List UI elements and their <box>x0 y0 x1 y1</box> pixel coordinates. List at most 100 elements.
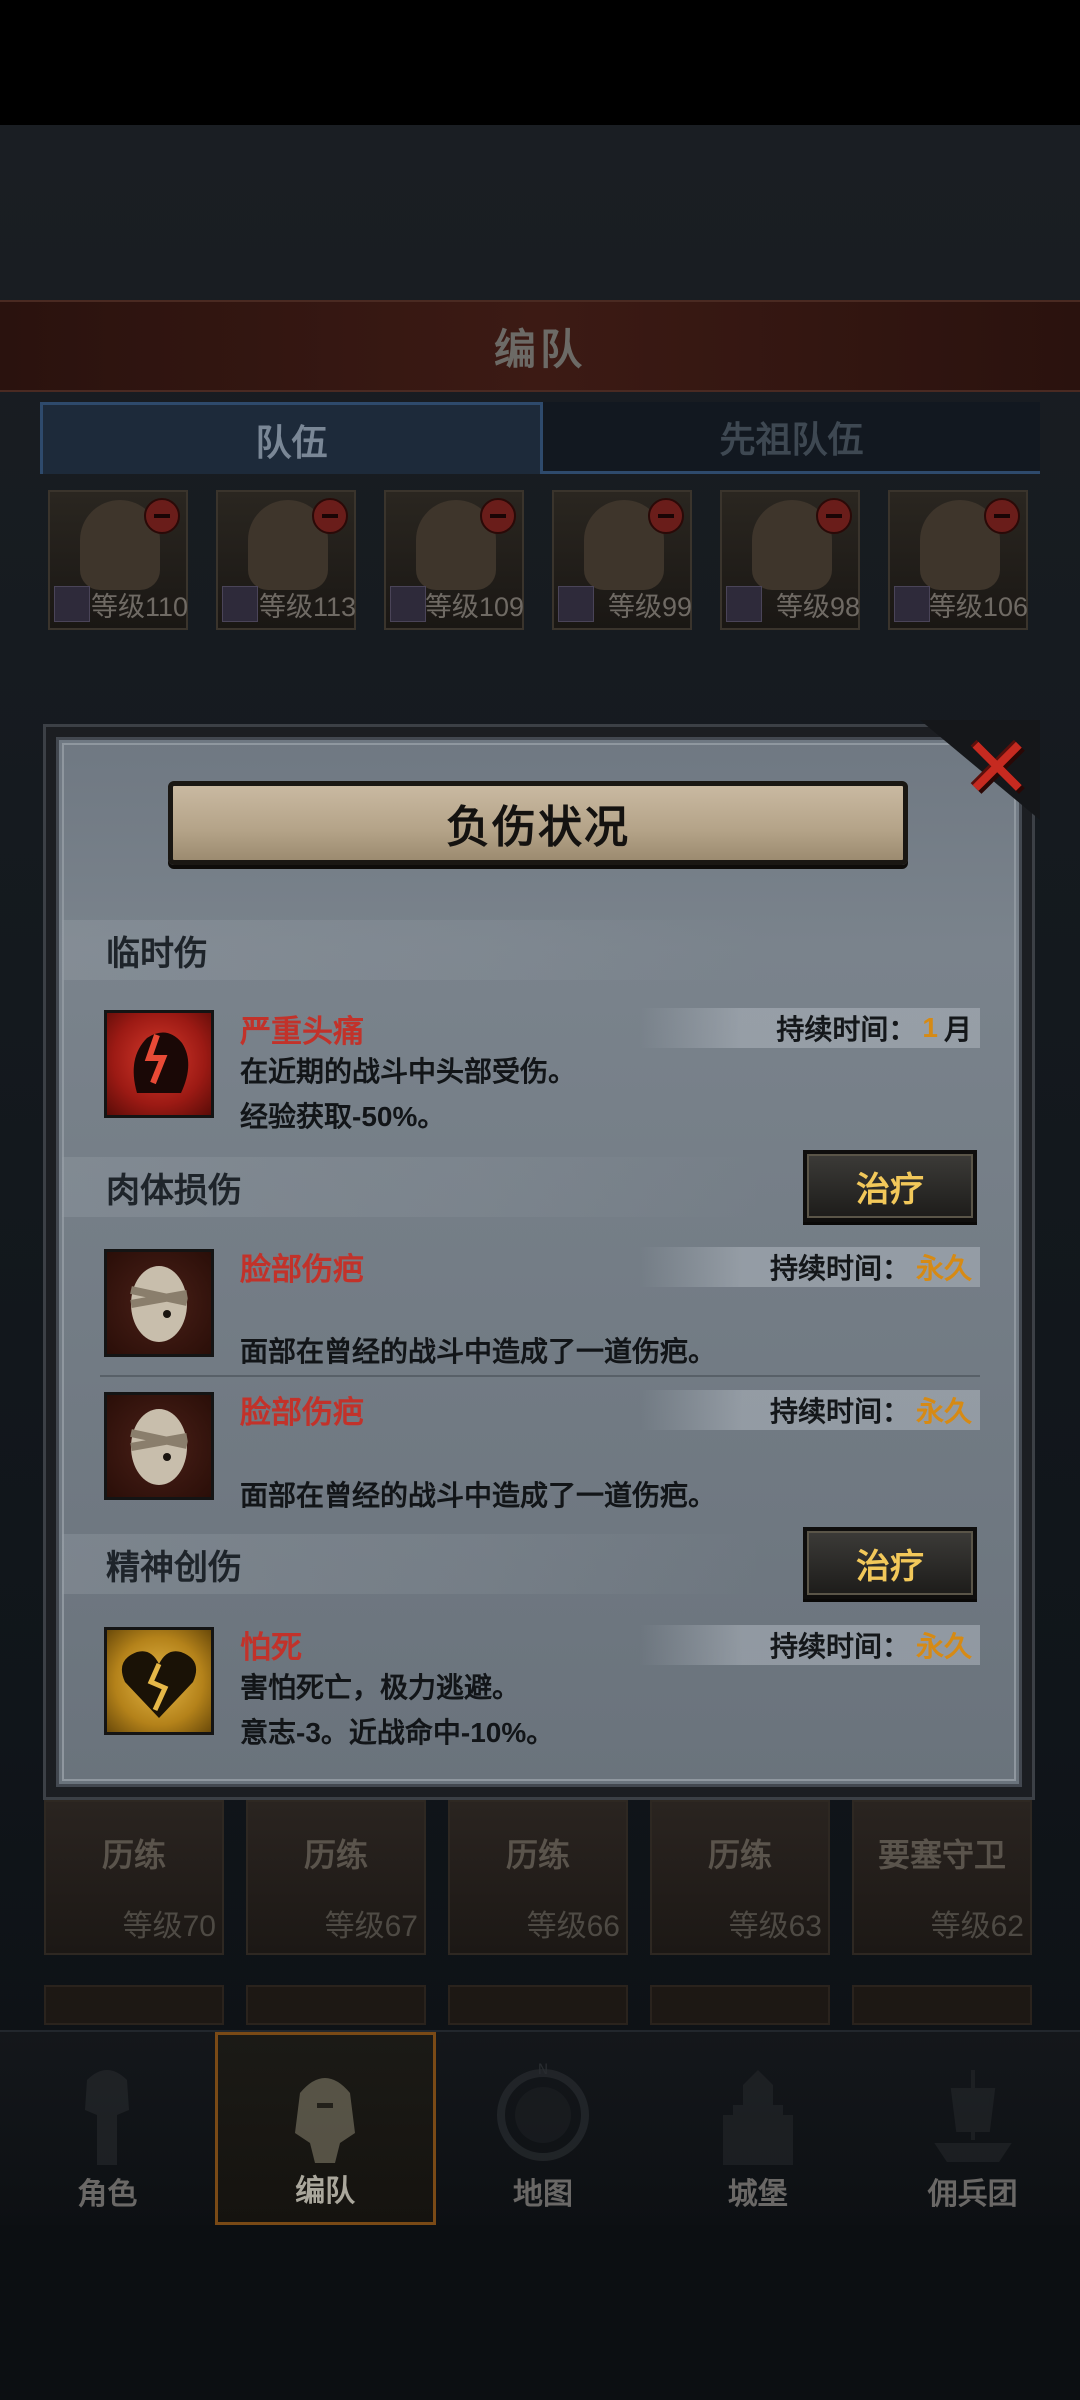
roster-card[interactable] <box>852 1985 1032 2025</box>
nav-formation[interactable]: 编队 <box>214 2032 436 2225</box>
remove-icon[interactable] <box>816 498 852 534</box>
duration-indicator: 持续时间： 永久 <box>640 1390 980 1430</box>
duration-label: 持续时间： <box>769 1396 910 1427</box>
remove-icon[interactable] <box>648 498 684 534</box>
duration-indicator: 持续时间： 1 月 <box>640 1008 980 1048</box>
injury-effect: 意志-3。近战命中-10%。 <box>240 1717 555 1748</box>
roster-card[interactable] <box>448 1985 628 2025</box>
roster-grid: 历练等级70 历练等级67 历练等级66 历练等级63 要塞守卫等级62 <box>44 1800 1044 1960</box>
roster-card[interactable] <box>650 1985 830 2025</box>
section-mental-trauma: 精神创伤 <box>62 1534 762 1594</box>
bottom-nav: 角色 编队 N 地图 城堡 佣兵团 <box>0 2030 1080 2225</box>
injury-name: 怕死 <box>240 1630 302 1665</box>
hero-level: 等级106 <box>928 591 1028 622</box>
hero-slot[interactable]: 等级99 <box>552 490 692 630</box>
helmet-icon <box>295 2078 356 2163</box>
remove-icon[interactable] <box>144 498 180 534</box>
nav-label: 角色 <box>77 2178 138 2211</box>
compass-map-icon: N <box>496 2062 589 2161</box>
close-button[interactable]: ✕ <box>900 720 1040 820</box>
roster-status: 历练 <box>101 1837 166 1873</box>
remove-icon[interactable] <box>480 498 516 534</box>
injury-name: 脸部伤疤 <box>240 1395 364 1430</box>
roster-card[interactable] <box>246 1985 426 2025</box>
nav-label: 地图 <box>512 2178 573 2211</box>
castle-icon <box>722 2070 793 2165</box>
duration-unit: 月 <box>943 1014 972 1045</box>
roster-level: 等级62 <box>930 1910 1024 1943</box>
roster-card[interactable]: 历练等级66 <box>448 1800 628 1955</box>
hero-slot[interactable]: 等级109 <box>384 490 524 630</box>
injury-effect: 经验获取-50%。 <box>240 1101 446 1132</box>
nav-castle[interactable]: 城堡 <box>650 2032 865 2225</box>
roster-status: 要塞守卫 <box>877 1837 1006 1873</box>
headache-icon <box>104 1010 214 1118</box>
duration-value: 永久 <box>915 1396 972 1427</box>
roster-level: 等级70 <box>122 1910 216 1943</box>
tab-ancestor-team[interactable]: 先祖队伍 <box>543 402 1040 474</box>
nav-map[interactable]: N 地图 <box>436 2032 651 2225</box>
nav-mercenary[interactable]: 佣兵团 <box>865 2032 1080 2225</box>
injury-name: 脸部伤疤 <box>240 1252 364 1287</box>
hero-slot[interactable]: 等级98 <box>720 490 860 630</box>
roster-card[interactable]: 历练等级67 <box>246 1800 426 1955</box>
hero-level: 等级113 <box>258 591 356 622</box>
duration-value: 永久 <box>915 1631 972 1662</box>
team-tabs: 队伍 先祖队伍 <box>40 402 1040 474</box>
status-bar <box>0 0 1080 125</box>
roster-status: 历练 <box>707 1837 772 1873</box>
nav-label: 编队 <box>295 2175 356 2208</box>
nav-label: 佣兵团 <box>927 2178 1018 2211</box>
roster-level: 等级67 <box>324 1910 418 1943</box>
hero-slots: 等级110 等级113 等级109 等级99 等级98 等级106 <box>48 490 1048 630</box>
hero-level: 等级110 <box>90 591 188 622</box>
duration-value: 1 <box>922 1012 938 1043</box>
section-label: 临时伤 <box>106 934 208 973</box>
hero-level: 等级98 <box>775 591 860 622</box>
section-label: 肉体损伤 <box>106 1171 242 1210</box>
section-physical-injury: 肉体损伤 <box>62 1157 762 1217</box>
roster-level: 等级63 <box>728 1910 822 1943</box>
roster-card[interactable]: 历练等级63 <box>650 1800 830 1955</box>
knight-icon <box>85 2070 130 2165</box>
nav-character[interactable]: 角色 <box>0 2032 215 2225</box>
hero-slot[interactable]: 等级113 <box>216 490 356 630</box>
dialog-title: 负伤状况 <box>446 803 630 852</box>
hero-level: 等级99 <box>607 591 692 622</box>
formation-title-bar: 编队 <box>0 300 1080 392</box>
roster-status: 历练 <box>505 1837 570 1873</box>
duration-label: 持续时间： <box>769 1631 910 1662</box>
section-temporary-injury: 临时伤 <box>62 920 762 980</box>
roster-card[interactable] <box>44 1985 224 2025</box>
injury-description: 害怕死亡，极力逃避。 <box>240 1672 521 1703</box>
treat-physical-button[interactable]: 治疗 <box>803 1150 977 1222</box>
hero-slot[interactable]: 等级106 <box>888 490 1028 630</box>
bandaged-face-icon <box>104 1249 214 1357</box>
injury-description: 在近期的战斗中头部受伤。 <box>240 1056 577 1087</box>
formation-title: 编队 <box>493 325 586 373</box>
duration-indicator: 持续时间： 永久 <box>640 1247 980 1287</box>
duration-indicator: 持续时间： 永久 <box>640 1625 980 1665</box>
treat-label: 治疗 <box>856 1547 924 1586</box>
treat-mental-button[interactable]: 治疗 <box>803 1527 977 1599</box>
remove-icon[interactable] <box>312 498 348 534</box>
roster-status: 历练 <box>303 1837 368 1873</box>
hero-slot[interactable]: 等级110 <box>48 490 188 630</box>
nav-label: 城堡 <box>727 2178 788 2211</box>
tab-team[interactable]: 队伍 <box>40 402 543 474</box>
duration-label: 持续时间： <box>776 1014 917 1045</box>
bandaged-face-icon <box>104 1392 214 1500</box>
duration-label: 持续时间： <box>769 1253 910 1284</box>
roster-card[interactable]: 要塞守卫等级62 <box>852 1800 1032 1955</box>
remove-icon[interactable] <box>984 498 1020 534</box>
broken-heart-icon <box>104 1627 214 1735</box>
injury-description: 面部在曾经的战斗中造成了一道伤疤。 <box>240 1480 717 1511</box>
svg-text:N: N <box>538 2062 548 2078</box>
treat-label: 治疗 <box>856 1170 924 1209</box>
roster-level: 等级66 <box>526 1910 620 1943</box>
gesture-bar-area <box>0 2225 1080 2400</box>
close-x-icon: ✕ <box>962 721 1033 815</box>
roster-card[interactable]: 历练等级70 <box>44 1800 224 1955</box>
injury-description: 面部在曾经的战斗中造成了一道伤疤。 <box>240 1336 717 1367</box>
duration-value: 永久 <box>915 1253 972 1284</box>
